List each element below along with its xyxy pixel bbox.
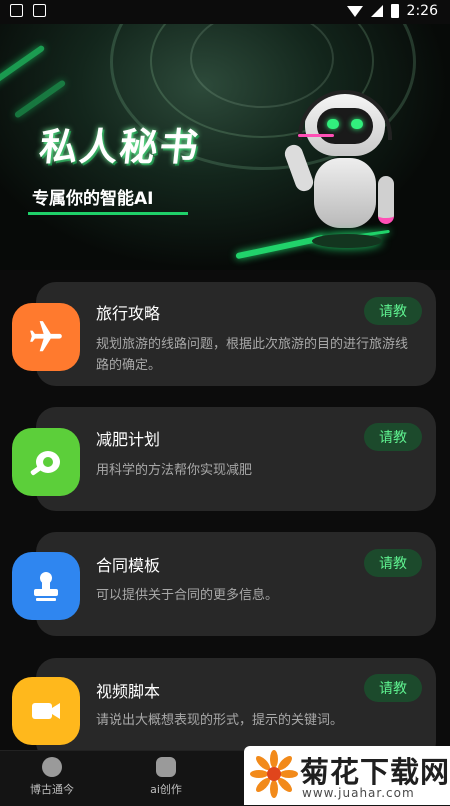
ai-head-icon: [156, 757, 176, 777]
battery-icon: [390, 4, 399, 18]
teach-button[interactable]: 请教: [364, 297, 422, 325]
watermark-title: 菊花下载网: [300, 755, 450, 789]
stamp-icon: [12, 552, 80, 620]
chrysanthemum-logo: [250, 750, 298, 798]
teach-button[interactable]: 请教: [364, 423, 422, 451]
signal-icon: [370, 5, 383, 17]
notification-icon: [10, 4, 23, 17]
card-description: 规划旅游的线路问题，根据此次旅游的目的进行旅游线路的确定。: [96, 337, 409, 373]
card-title: 旅行攻略: [96, 304, 161, 323]
robot-illustration: [282, 90, 400, 254]
meat-icon: [12, 428, 80, 496]
watermark-url: www.juahar.com: [302, 786, 415, 800]
status-time: 2:26: [406, 3, 438, 19]
status-bar: 2:26: [0, 0, 450, 24]
nav-item-ai-create[interactable]: ai创作: [136, 757, 196, 797]
hero-banner: 私人秘书 专属你的智能AI: [0, 24, 450, 270]
skull-icon: [42, 757, 62, 777]
card-description: 请说出大概想表现的形式，提示的关键词。: [96, 713, 344, 728]
app-a-icon: [33, 4, 46, 17]
card-title: 减肥计划: [96, 430, 161, 449]
card-description: 用科学的方法帮你实现减肥: [96, 463, 253, 478]
watermark: 菊花下载网 www.juahar.com: [244, 746, 450, 805]
card-description: 可以提供关于合同的更多信息。: [96, 588, 279, 603]
nav-label: ai创作: [150, 783, 182, 796]
headset-icon: [298, 90, 392, 140]
hero-title: 私人秘书: [37, 125, 202, 169]
card-title: 视频脚本: [96, 682, 161, 701]
wifi-icon: [346, 5, 363, 17]
hero-subtitle: 专属你的智能AI: [32, 189, 154, 209]
teach-button[interactable]: 请教: [364, 674, 422, 702]
video-camera-icon: [12, 677, 80, 745]
nav-item-history[interactable]: 博古通今: [22, 757, 82, 797]
card-contract-template[interactable]: [36, 532, 436, 636]
airplane-icon: [12, 303, 80, 371]
card-title: 合同模板: [96, 556, 161, 575]
nav-label: 博古通今: [30, 783, 74, 796]
teach-button[interactable]: 请教: [364, 549, 422, 577]
